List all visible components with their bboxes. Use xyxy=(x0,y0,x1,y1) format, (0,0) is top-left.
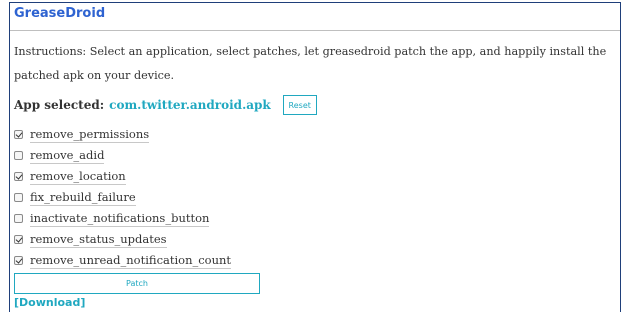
patch-item-inactivate-notifications-button[interactable]: inactivate_notifications_button xyxy=(14,208,231,229)
patch-label: fix_rebuild_failure xyxy=(30,189,136,206)
instructions-text: Instructions: Select an application, sel… xyxy=(14,45,607,82)
patch-checkbox[interactable] xyxy=(14,256,23,265)
patch-label: remove_status_updates xyxy=(30,231,167,248)
patch-item-remove-location[interactable]: remove_location xyxy=(14,166,231,187)
patch-checkbox[interactable] xyxy=(14,172,23,181)
patch-checkbox[interactable] xyxy=(14,151,23,160)
patch-list: remove_permissions remove_adid remove_lo… xyxy=(14,124,232,271)
patch-checkbox[interactable] xyxy=(14,130,23,139)
patch-button[interactable]: Patch xyxy=(14,273,260,294)
patch-label: inactivate_notifications_button xyxy=(30,210,210,227)
selected-app-name: com.twitter.android.apk xyxy=(109,98,271,112)
patch-label: remove_unread_notification_count xyxy=(30,252,232,269)
app-selected-label: App selected: xyxy=(14,98,105,112)
patch-label: remove_location xyxy=(30,168,126,185)
patch-item-remove-unread-notification-count[interactable]: remove_unread_notification_count xyxy=(14,250,232,271)
patch-item-fix-rebuild-failure[interactable]: fix_rebuild_failure xyxy=(14,187,231,208)
patch-item-remove-permissions[interactable]: remove_permissions xyxy=(14,124,231,145)
patch-checkbox[interactable] xyxy=(14,193,23,202)
patch-item-remove-adid[interactable]: remove_adid xyxy=(14,145,231,166)
patch-item-remove-status-updates[interactable]: remove_status_updates xyxy=(14,229,231,250)
patch-label: remove_adid xyxy=(30,147,105,164)
patch-label: remove_permissions xyxy=(30,126,150,143)
patch-checkbox[interactable] xyxy=(14,214,23,223)
app-selection-row: App selected: com.twitter.android.apk Re… xyxy=(14,94,317,116)
download-link[interactable]: [Download] xyxy=(14,296,85,309)
page-title: GreaseDroid xyxy=(14,6,106,21)
patch-checkbox[interactable] xyxy=(14,235,23,244)
title-divider xyxy=(10,30,620,31)
reset-button[interactable]: Reset xyxy=(282,95,317,115)
